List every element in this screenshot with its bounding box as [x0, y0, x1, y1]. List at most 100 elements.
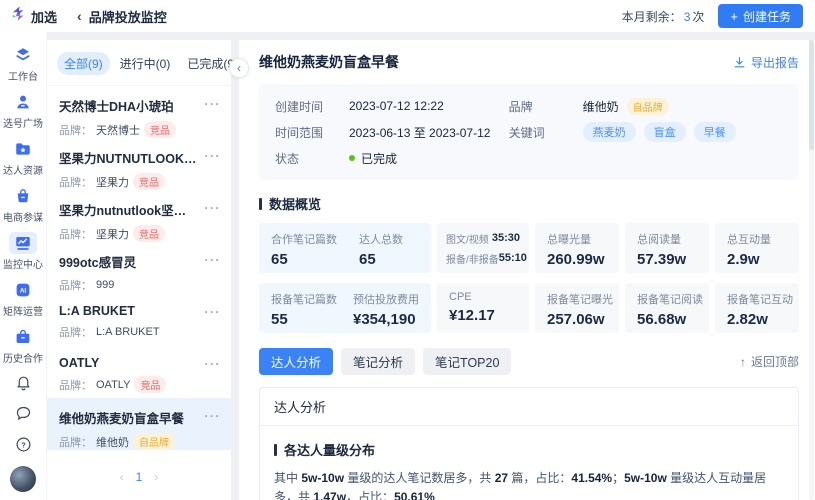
brand-name: 坚果力 [96, 174, 129, 190]
sidebar-item-selection-plaza[interactable]: 选号广场 [0, 91, 46, 130]
stat-card-reads: 总阅读量 57.39w [625, 223, 709, 273]
task-title: 坚果力nutnutlook坚果力 [59, 200, 197, 219]
stat-card-engagement: 总互动量 2.9w [715, 223, 799, 273]
back-chevron-icon[interactable]: ‹ [77, 9, 82, 23]
brand-name: L:A BRUKET [96, 326, 160, 338]
svg-text:AI: AI [20, 288, 27, 295]
vertical-scrollbar[interactable] [809, 40, 814, 500]
plus-icon: + [730, 10, 738, 23]
user-avatar[interactable] [10, 466, 36, 492]
back-to-top-link[interactable]: ↑ 返回顶部 [740, 353, 799, 370]
task-brand-line: 品牌： 天然博士 竞品 [59, 121, 219, 138]
export-report-link[interactable]: 导出报告 [733, 54, 799, 71]
task-list-item[interactable]: 999otc感冒灵 ··· 品牌： 999 [47, 242, 231, 294]
tab-note-top20[interactable]: 笔记TOP20 [423, 348, 511, 375]
overview-heading: 数据概览 [269, 194, 321, 213]
sidebar-item-influencer-resources[interactable]: 达人资源 [0, 138, 46, 177]
tab-all[interactable]: 全部(9) [57, 52, 110, 75]
more-menu-icon[interactable]: ··· [205, 305, 222, 319]
brand-prefix: 品牌： [59, 434, 92, 450]
sidebar-item-monitoring-center[interactable]: 监控中心 [0, 232, 46, 271]
create-task-button[interactable]: + 创建任务 [718, 4, 803, 28]
more-menu-icon[interactable]: ··· [205, 409, 222, 423]
handbag-icon [9, 185, 37, 207]
brand-name: 维他奶 [96, 434, 129, 450]
section-bar-icon [274, 444, 277, 456]
more-menu-icon[interactable]: ··· [205, 253, 222, 267]
prev-page-icon[interactable]: ‹ [120, 470, 124, 484]
tab-note-analysis[interactable]: 笔记分析 [341, 348, 415, 375]
stat-value: ¥12.17 [449, 307, 517, 324]
app-logo-text: 加选 [31, 7, 57, 26]
sidebar-item-label: 选号广场 [3, 115, 43, 130]
page-number[interactable]: 1 [136, 470, 143, 484]
stat-label: 报备笔记阅读 [637, 291, 697, 307]
more-menu-icon[interactable]: ··· [205, 357, 222, 371]
task-list-item[interactable]: 坚果力NUTNUTLOOK坚果力... ··· 品牌： 坚果力 竞品 [47, 138, 231, 190]
next-page-icon[interactable]: › [154, 470, 158, 484]
feedback-icon[interactable] [14, 404, 32, 422]
stat-label: 总阅读量 [637, 231, 697, 247]
sidebar-item-label: 工作台 [8, 68, 38, 83]
stats-row-2: 报备笔记篇数 55 预估投放费用 ¥354,190 CPE ¥12.17 报备笔… [259, 283, 799, 333]
pagination: ‹ 1 › [47, 458, 231, 500]
distribution-summary-text: 其中 5w-10w 量级的达人笔记数居多，共 27 篇，占比：41.54%；5w… [274, 469, 784, 500]
time-range-value: 2023-06-13 至 2023-07-12 [349, 124, 490, 141]
task-list-item[interactable]: L:A BRUKET ··· 品牌： L:A BRUKET [47, 294, 231, 346]
overview-section-header: 数据概览 [259, 194, 799, 213]
task-title: L:A BRUKET [59, 304, 197, 318]
tab-in-progress[interactable]: 进行中(0) [113, 52, 178, 75]
status-value: 已完成 [361, 150, 397, 167]
desc-text: 其中 [274, 471, 301, 485]
own-brand-tag: 自品牌 [627, 98, 669, 115]
desc-value: 5w-10w [624, 471, 667, 485]
more-menu-icon[interactable]: ··· [205, 201, 222, 215]
notification-bell-icon[interactable] [14, 373, 32, 391]
competitor-tag: 竞品 [133, 173, 165, 190]
desc-text: 篇，占比： [508, 471, 571, 485]
help-icon[interactable]: ? [14, 435, 32, 453]
brand-prefix: 品牌： [59, 277, 92, 293]
desc-value: 41.54% [571, 471, 612, 485]
desc-value: 50.61% [394, 490, 435, 500]
app-logo[interactable]: 加选 [10, 5, 57, 27]
stat-value: 2.82w [727, 311, 787, 328]
task-list-item[interactable]: OATLY ··· 品牌： OATLY 竞品 [47, 346, 231, 398]
task-brand-line: 品牌： 999 [59, 277, 219, 293]
stat-value: 2.9w [727, 251, 787, 268]
desc-value: 1.47w [313, 490, 346, 500]
back-nav[interactable]: ‹ 品牌投放监控 [77, 7, 167, 26]
info-right-column: 品牌 维他奶 自品牌 关键词 燕麦奶 盲盒 早餐 [509, 93, 783, 171]
collapse-panel-button[interactable]: ‹ [229, 58, 249, 78]
more-menu-icon[interactable]: ··· [205, 97, 222, 111]
sidebar-item-workbench[interactable]: 工作台 [0, 44, 46, 83]
topbar-right: 本月剩余：3次 + 创建任务 [622, 4, 803, 28]
stat-card-ratios: 图文/视频 35:30 报备/非报备 55:10 [437, 223, 529, 273]
sidebar-item-ecommerce-advisor[interactable]: 电商参谋 [0, 185, 46, 224]
brand-value: 维他奶 [583, 98, 619, 115]
task-items: 天然博士DHA小琥珀 ··· 品牌： 天然博士 竞品 坚果力NUTNUTLOOK… [47, 86, 231, 450]
info-label: 创建时间 [275, 98, 349, 115]
sidebar-item-label: 监控中心 [3, 256, 43, 271]
scrollbar-thumb[interactable] [809, 40, 814, 150]
task-title: 999otc感冒灵 [59, 252, 197, 271]
collapse-chevron-icon: ‹ [237, 61, 241, 75]
brand-name: OATLY [96, 379, 130, 391]
stat-card-exposure: 总曝光量 260.99w [535, 223, 619, 273]
sidebar-item-matrix-operations[interactable]: AI 矩阵运营 [0, 279, 46, 318]
stat-block: 报备笔记篇数 55 [271, 291, 353, 325]
sidebar-item-history-cooperation[interactable]: 历史合作 [0, 326, 46, 365]
task-list-item[interactable]: 天然博士DHA小琥珀 ··· 品牌： 天然博士 竞品 [47, 86, 231, 138]
task-list-item-selected[interactable]: 维他奶燕麦奶盲盒早餐 ··· 品牌： 维他奶 自品牌 [47, 398, 231, 450]
folder-star-icon [9, 138, 37, 160]
tab-influencer-analysis[interactable]: 达人分析 [259, 348, 333, 375]
analysis-card-body: 各达人量级分布 其中 5w-10w 量级的达人笔记数居多，共 27 篇，占比：4… [260, 426, 798, 500]
keyword-pill: 盲盒 [644, 122, 686, 142]
task-list-item[interactable]: 坚果力nutnutlook坚果力 ··· 品牌： 坚果力 竞品 [47, 190, 231, 242]
stat-block: 合作笔记篇数 65 [271, 231, 359, 265]
more-menu-icon[interactable]: ··· [205, 149, 222, 163]
stat-label: CPE [449, 291, 517, 303]
stat-label: 预估投放费用 [353, 291, 419, 307]
page-breadcrumb-title: 品牌投放监控 [89, 7, 167, 26]
info-label: 品牌 [509, 98, 583, 115]
